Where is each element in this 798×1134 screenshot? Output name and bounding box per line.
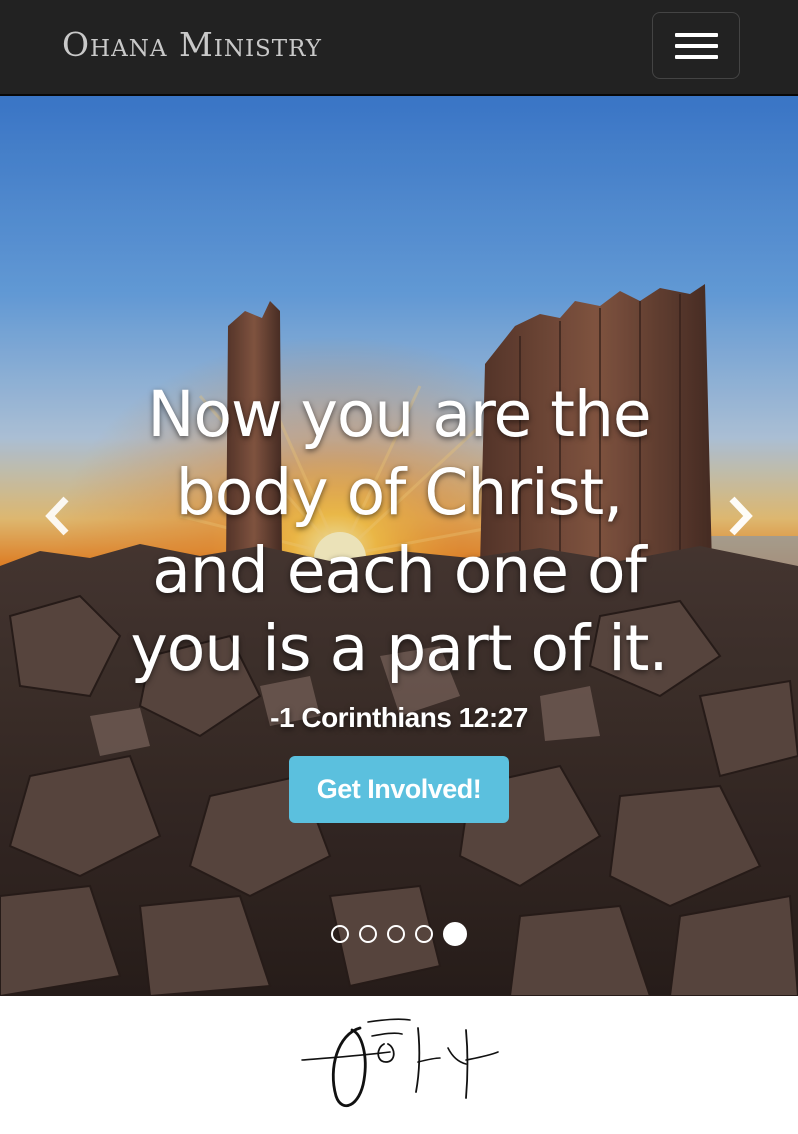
carousel-indicator-4[interactable] bbox=[415, 925, 433, 943]
navbar: Ohana Ministry bbox=[0, 0, 798, 96]
ohana-script-logo bbox=[301, 1018, 499, 1108]
logo-section bbox=[0, 996, 798, 1134]
scripture-quote: Now you are the body of Christ, and each… bbox=[130, 378, 669, 685]
hero-carousel: Now you are the body of Christ, and each… bbox=[0, 96, 798, 996]
scripture-reference: -1 Corinthians 12:27 bbox=[270, 702, 528, 733]
brand-link[interactable]: Ohana Ministry bbox=[62, 26, 322, 64]
carousel-caption: Now you are the body of Christ, and each… bbox=[0, 376, 798, 823]
carousel-indicator-1[interactable] bbox=[331, 925, 349, 943]
get-involved-button[interactable]: Get Involved! bbox=[289, 756, 509, 823]
menu-toggle-button[interactable] bbox=[652, 12, 740, 79]
carousel-indicator-5[interactable] bbox=[443, 922, 467, 946]
carousel-indicators bbox=[0, 922, 798, 946]
carousel-indicator-3[interactable] bbox=[387, 925, 405, 943]
carousel-indicator-2[interactable] bbox=[359, 925, 377, 943]
